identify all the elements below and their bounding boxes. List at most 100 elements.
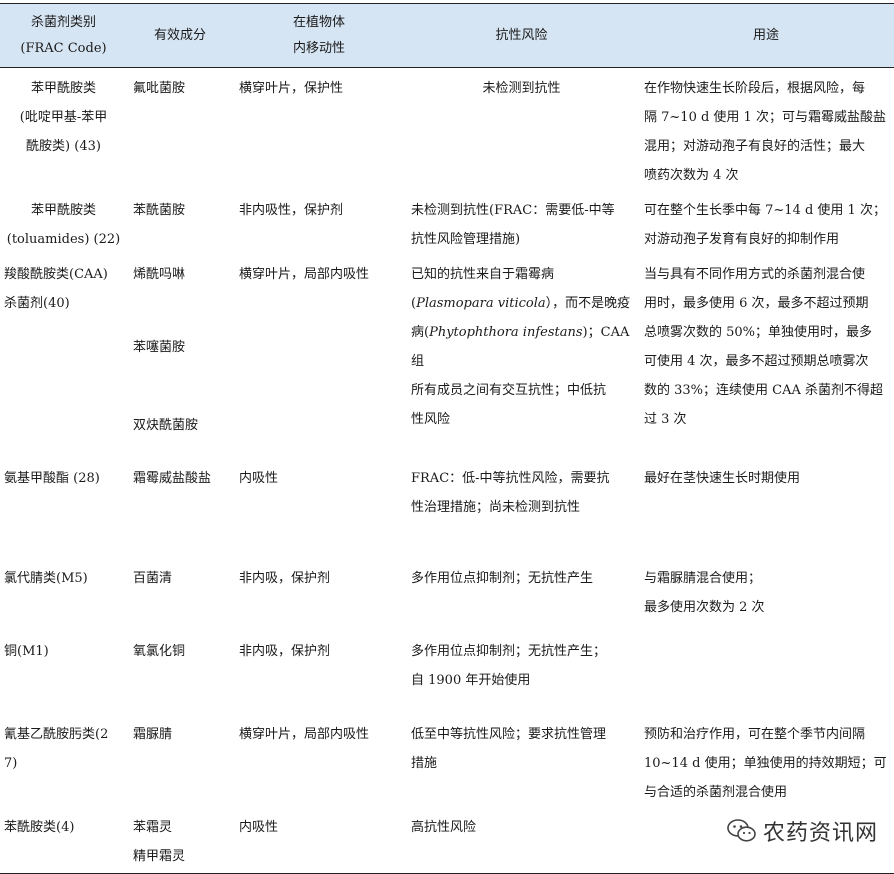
header-risk-label: 抗性风险 [495,27,548,43]
category-cell: 铜(M1) [0,631,127,714]
cell-text: 未检测到抗性(FRAC：需要低-中等 [411,203,615,218]
fungicide-table: 杀菌剂类别 (FRAC Code) 有效成分 在植物体 内移动性 抗性风险 用途… [0,3,894,874]
mobility-cell: 非内吸，保护剂 [233,631,405,714]
header-category: 杀菌剂类别 (FRAC Code) [0,4,127,68]
usage-cell: 预防和治疗作用，可在整个季节内间隔 10~14 d 使用；单独使用的持效期短；可… [638,714,894,807]
cell-text: 最好在茎快速生长时期使用 [644,471,801,486]
cell-text: (Plasmopara viticola），而不是晚疫 [411,296,631,311]
usage-cell [638,631,894,714]
cell-text: 用时，最多使用 6 次，最多不超过预期 [644,296,869,311]
cell-text: 多作用位点抑制剂；无抗性产生； [411,644,607,659]
cell-text: 苯噻菌胺 [133,340,186,355]
header-usage-label: 用途 [752,27,779,43]
mobility-cell: 横穿叶片，局部内吸性 [233,254,405,458]
mobility-cell: 横穿叶片，保护性 [233,68,405,191]
risk-cell: 高抗性风险 [405,807,638,873]
watermark-text: 农药资讯网 [762,821,878,846]
cell-text: 所有成员之间有交互抗性；中低抗 [411,383,607,398]
cell-text: 数的 33%；连续使用 CAA 杀菌剂不得超 [644,383,884,398]
risk-cell: 多作用位点抑制剂；无抗性产生； 自 1900 年开始使用 [405,631,638,714]
cell-text: ），而不是晚疫 [545,296,631,311]
usage-cell: 可在整个生长季中每 7~14 d 使用 1 次； 对游动孢子发育有良好的抑制作用 [638,190,894,254]
category-cell: 氯代腈类(M5) [0,558,127,631]
header-usage: 用途 [638,4,894,68]
cell-text: 氰基乙酰胺肟类(27) [4,727,109,771]
wechat-icon [727,819,756,842]
cell-text: 已知的抗性来自于霜霉病 [411,267,555,282]
cell-text: 在作物快速生长阶段后，根据风险，每 [644,81,866,96]
cell-text: 10~14 d 使用；单独使用的持效期短；可 [644,756,887,771]
header-category-line1: 杀菌剂类别 [30,14,96,30]
cell-text: 病(Phytophthora infestans)；CAA 组 [411,318,632,376]
cell-text: 性风险 [411,412,451,427]
cell-text: 总喷雾次数的 50%；单独使用时，最多 [644,325,873,340]
cell-text: 未检测到抗性 [482,81,561,96]
header-category-line2: (FRAC Code) [20,40,107,56]
mobility-cell: 横穿叶片，局部内吸性 [233,714,405,807]
header-ingredient-label: 有效成分 [153,27,206,43]
ingredient-cell: 氧氯化铜 [127,631,233,714]
mobility-cell: 非内吸，保护剂 [233,558,405,631]
category-cell: 氰基乙酰胺肟类(27) [0,714,127,807]
cell-text: 氨基甲酸酯 (28) [4,471,100,486]
cell-text: (吡啶甲基-苯甲 [19,110,108,125]
header-mobility: 在植物体 内移动性 [233,4,405,68]
cell-text: 性治理措施；尚未检测到抗性 [411,500,581,515]
cell-text: 苯甲酰胺类 [30,81,96,96]
watermark: 农药资讯网 [720,813,884,849]
category-cell: 苯甲酰胺类 (吡啶甲基-苯甲 酰胺类) (43) [0,68,127,191]
cell-text: 横穿叶片，保护性 [239,81,344,96]
mobility-cell: 内吸性 [233,458,405,558]
table-row: 铜(M1) 氧氯化铜 非内吸，保护剂 多作用位点抑制剂；无抗性产生； 自 190… [0,631,894,714]
ingredient-cell: 霜霉威盐酸盐 [127,458,233,558]
header-mobility-line1: 在植物体 [292,14,345,30]
cell-text: 最多使用次数为 2 次 [644,600,765,615]
cell-text: 对游动孢子发育有良好的抑制作用 [644,232,840,247]
cell-text: 苯霜灵 [133,820,173,835]
category-cell: 苯酰胺类(4) [0,807,127,873]
header-mobility-line2: 内移动性 [292,40,345,56]
cell-text: 烯酰吗啉 [133,267,186,282]
cell-text: 非内吸性，保护剂 [239,203,344,218]
cell-text: 预防和治疗作用，可在整个季节内间隔 [644,727,866,742]
latin-name: Plasmopara viticola [416,296,546,311]
table-row: 氨基甲酸酯 (28) 霜霉威盐酸盐 内吸性 FRAC：低-中等抗性风险，需要抗 … [0,458,894,558]
cell-text: 喷药次数为 4 次 [644,168,739,183]
cell-text: 当与具有不同作用方式的杀菌剂混合使 [644,267,866,282]
cell-text: 高抗性风险 [411,820,477,835]
cell-text: 苯酰菌胺 [133,203,186,218]
cell-text: 双炔酰菌胺 [133,418,199,433]
table-row: 苯甲酰胺类 (toluamides) (22) 苯酰菌胺 非内吸性，保护剂 未检… [0,190,894,254]
risk-cell: 未检测到抗性 [405,68,638,191]
risk-cell: 低至中等抗性风险；要求抗性管理 措施 [405,714,638,807]
cell-text: 横穿叶片，局部内吸性 [239,727,370,742]
cell-text: 内吸性 [239,471,279,486]
usage-cell: 最好在茎快速生长时期使用 [638,458,894,558]
header-risk: 抗性风险 [405,4,638,68]
cell-text: 抗性风险管理措施) [411,232,521,247]
cell-text: 横穿叶片，局部内吸性 [239,267,370,282]
cell-text: 可使用 4 次，最多不超过预期总喷雾次 [644,354,869,369]
table-row: 苯甲酰胺类 (吡啶甲基-苯甲 酰胺类) (43) 氟吡菌胺 横穿叶片，保护性 未… [0,68,894,191]
category-cell: 羧酸酰胺类(CAA) 杀菌剂(40) [0,254,127,458]
cell-text: 氯代腈类(M5) [4,571,88,586]
cell-text: 铜(M1) [4,644,49,659]
cell-text: 可在整个生长季中每 7~14 d 使用 1 次； [644,203,886,218]
cell-text: 氧氯化铜 [133,644,186,659]
cell-text: 霜脲腈 [133,727,173,742]
cell-text: 酰胺类) (43) [26,139,101,154]
mobility-cell: 内吸性 [233,807,405,873]
table-row: 羧酸酰胺类(CAA) 杀菌剂(40) 烯酰吗啉 苯噻菌胺 双炔酰菌胺 横穿叶片，… [0,254,894,458]
risk-cell: 已知的抗性来自于霜霉病 (Plasmopara viticola），而不是晚疫 … [405,254,638,458]
cell-text: 与霜脲腈混合使用； [644,571,762,586]
cell-text: 杀菌剂(40) [4,296,70,311]
cell-text: 非内吸，保护剂 [239,571,331,586]
cell-text: 百菌清 [133,571,173,586]
usage-cell: 与霜脲腈混合使用； 最多使用次数为 2 次 [638,558,894,631]
ingredient-cell: 苯酰菌胺 [127,190,233,254]
ingredient-cell: 氟吡菌胺 [127,68,233,191]
mobility-cell: 非内吸性，保护剂 [233,190,405,254]
cell-text: 低至中等抗性风险；要求抗性管理 [411,727,607,742]
cell-text: 内吸性 [239,820,279,835]
